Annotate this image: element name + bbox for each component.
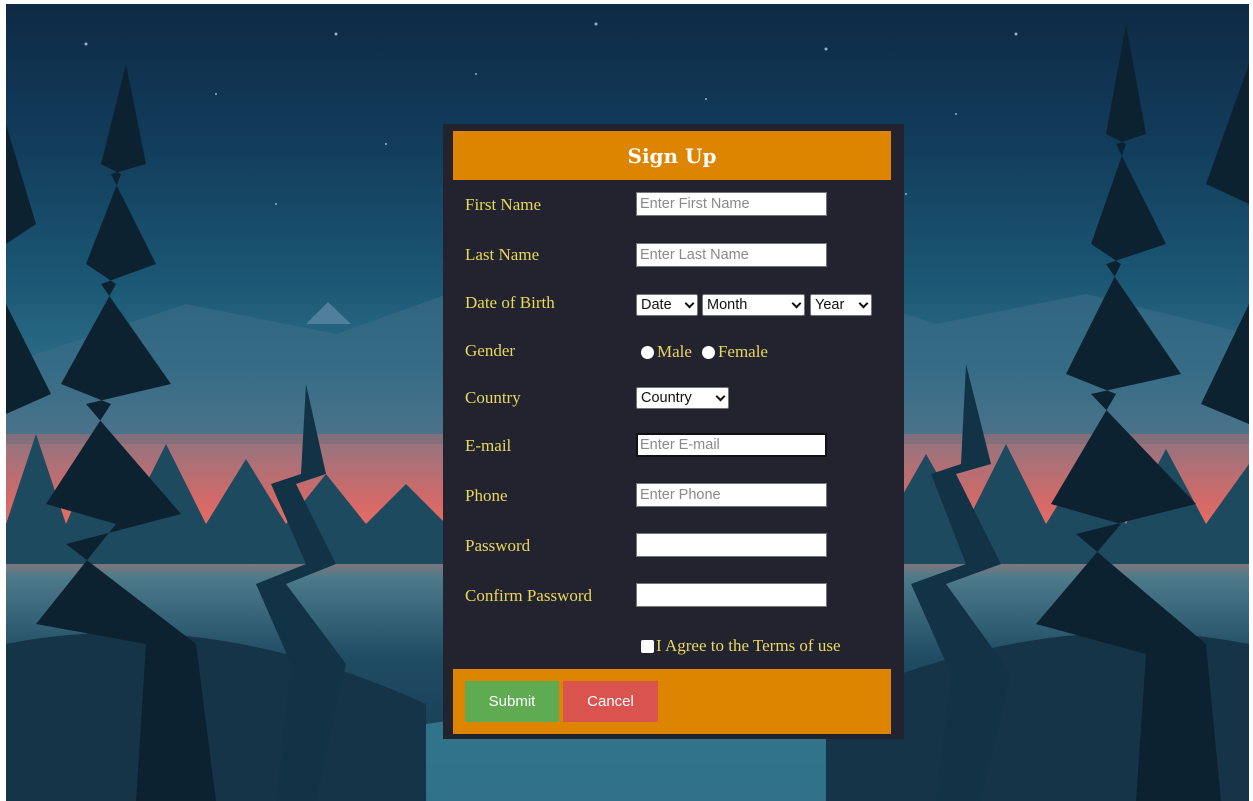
radio-icon[interactable] [641, 345, 654, 359]
first-name-label: First Name [465, 195, 542, 214]
last-name-input[interactable] [636, 243, 827, 267]
email-label: E-mail [465, 436, 512, 455]
dob-year-value: Year [815, 297, 845, 313]
gender-option-male[interactable]: Male [657, 342, 692, 362]
chevron-down-icon [791, 298, 802, 308]
country-label: Country [465, 388, 521, 407]
dob-year-select[interactable]: Year [810, 294, 872, 316]
first-name-input[interactable] [636, 192, 827, 216]
phone-input[interactable] [636, 483, 827, 507]
form-header: Sign Up [453, 131, 891, 180]
form-title: Sign Up [627, 143, 717, 168]
gender-label: Gender [465, 341, 516, 360]
checkbox-icon[interactable] [641, 639, 654, 653]
chevron-down-icon [684, 298, 695, 308]
dob-date-select[interactable]: Date [636, 294, 698, 316]
dob-label: Date of Birth [465, 293, 555, 312]
radio-icon[interactable] [701, 345, 715, 359]
chevron-down-icon [858, 298, 869, 308]
dob-month-value: Month [707, 297, 748, 313]
dob-date-value: Date [641, 297, 672, 313]
last-name-label: Last Name [465, 245, 540, 264]
phone-label: Phone [465, 486, 508, 505]
country-select[interactable]: Country [636, 387, 729, 409]
gender-radio-group: Male Female [641, 342, 768, 362]
dob-month-select[interactable]: Month [702, 294, 805, 316]
email-input[interactable] [636, 433, 827, 457]
form-footer: Submit Cancel [453, 669, 891, 734]
password-label: Password [465, 536, 531, 555]
chevron-down-icon [715, 391, 726, 401]
terms-agreement: I Agree to the Terms of use [641, 636, 841, 656]
password-input[interactable] [636, 533, 827, 557]
confirm-password-input[interactable] [636, 583, 827, 607]
signup-form-panel: Sign Up First Name Last Name Date of Bir… [443, 124, 904, 739]
terms-label[interactable]: I Agree to the Terms of use [656, 636, 841, 656]
gender-option-female[interactable]: Female [718, 342, 768, 362]
confirm-password-label: Confirm Password [465, 586, 593, 605]
country-value: Country [641, 390, 692, 406]
cancel-button[interactable]: Cancel [563, 681, 658, 722]
submit-button[interactable]: Submit [465, 681, 559, 722]
